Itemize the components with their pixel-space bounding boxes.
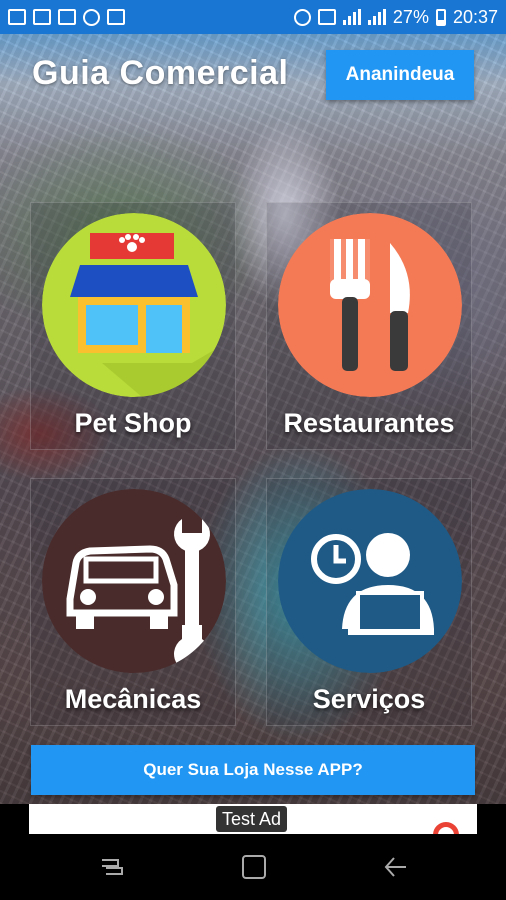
signal-icon [342, 9, 361, 25]
notification-icons [8, 8, 125, 26]
category-tile-pet-shop[interactable]: Pet Shop [30, 202, 236, 450]
home-icon[interactable] [240, 854, 268, 880]
status-bar: 27% 20:37 [0, 0, 506, 34]
navigation-bar [0, 834, 506, 900]
battery-percent: 27% [392, 6, 429, 27]
category-tile-mecanicas[interactable]: Mecânicas [30, 478, 236, 726]
app-content: Guia Comercial Ananindeua Pet Shop Resta… [0, 34, 506, 804]
category-label: Serviços [312, 684, 426, 714]
fork-knife-icon [278, 213, 462, 397]
category-tile-servicos[interactable]: Serviços [266, 478, 472, 726]
whatsapp-icon [83, 8, 100, 26]
image-icon [58, 9, 76, 25]
recent-apps-icon[interactable] [98, 854, 126, 880]
ad-logo-icon [433, 822, 459, 834]
battery-icon [435, 8, 446, 26]
pet-shop-icon [42, 213, 226, 397]
signal-icon [367, 9, 386, 25]
city-select-button[interactable]: Ananindeua [326, 50, 474, 100]
person-laptop-icon [278, 489, 462, 673]
system-icons: 27% 20:37 [293, 6, 498, 28]
ad-label: Test Ad [216, 806, 288, 832]
nfc-icon [317, 9, 336, 25]
back-icon[interactable] [382, 854, 410, 880]
clock: 20:37 [452, 6, 498, 27]
category-label: Restaurantes [283, 408, 455, 438]
sim-card-icon [33, 9, 51, 25]
category-tile-restaurantes[interactable]: Restaurantes [266, 202, 472, 450]
car-wrench-icon [42, 489, 226, 673]
wifi-icon [107, 9, 125, 25]
category-label: Pet Shop [74, 408, 192, 438]
alarm-icon [293, 8, 311, 26]
cta-button[interactable]: Quer Sua Loja Nesse APP? [31, 745, 475, 795]
sim-card-icon [8, 9, 26, 25]
app-title: Guia Comercial [32, 54, 289, 92]
category-label: Mecânicas [64, 684, 202, 714]
